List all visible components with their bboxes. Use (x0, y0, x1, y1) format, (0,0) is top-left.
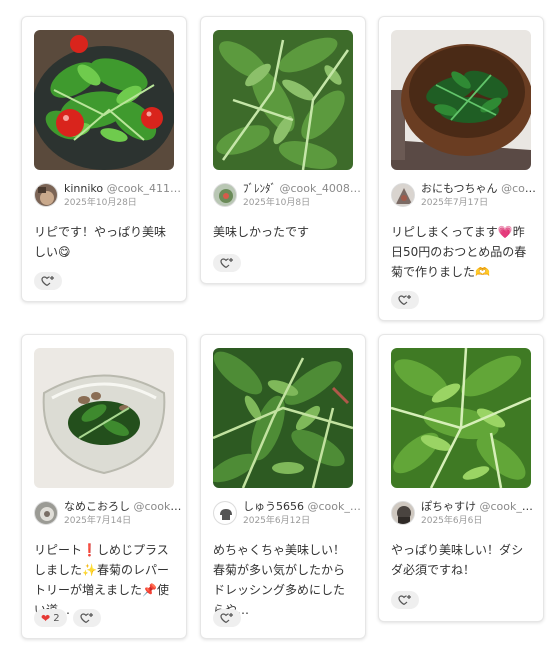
author-handle: @cook_… (133, 500, 183, 513)
post-date: 2025年10月8日 (243, 198, 311, 208)
dish-photo[interactable] (391, 30, 531, 170)
author-info: なめこおろし @cook_… 2025年7月14日 (34, 498, 182, 528)
author-handle: @cook_4… (479, 500, 540, 513)
heart-plus-icon (41, 276, 54, 286)
author-info: ぽちゃすけ @cook_4… 2025年6月6日 (391, 498, 539, 528)
heart-plus-icon (220, 613, 233, 623)
add-reaction-button[interactable] (391, 291, 419, 309)
bowl-greens-image (391, 30, 531, 170)
author-handle: @coo… (501, 182, 539, 195)
author-info: おにもつちゃん @coo… 2025年7月17日 (391, 180, 539, 210)
author-handle: @cook_… (307, 500, 361, 513)
author-name: ﾌﾞﾚﾝﾀﾞ (243, 182, 276, 195)
author-name: しゅう5656 (243, 500, 304, 513)
glass-bowl-image (34, 348, 174, 488)
add-reaction-button[interactable] (34, 272, 62, 290)
report-card[interactable]: ﾌﾞﾚﾝﾀﾞ @cook_4008… 2025年10月8日 美味しかったです (200, 16, 366, 284)
reactions (391, 291, 419, 309)
author-name-row[interactable]: ﾌﾞﾚﾝﾀﾞ @cook_4008… (243, 182, 361, 196)
author-name: おにもつちゃん (421, 182, 498, 195)
author-name: kinniko (64, 182, 104, 195)
avatar[interactable] (391, 183, 415, 207)
raw-leaves-image (213, 30, 353, 170)
post-date: 2025年7月14日 (64, 516, 132, 526)
report-card[interactable]: おにもつちゃん @coo… 2025年7月17日 リピしまくってます💗昨日50円… (378, 16, 544, 321)
report-card[interactable]: しゅう5656 @cook_… 2025年6月12日 めちゃくちゃ美味しい！ 春… (200, 334, 366, 639)
fresh-greens-image (391, 348, 531, 488)
report-card[interactable]: ぽちゃすけ @cook_4… 2025年6月6日 やっぱり美味しい！ダシダ必須で… (378, 334, 544, 622)
greens-closeup-image (213, 348, 353, 488)
author-name: なめこおろし (64, 500, 130, 513)
heart-icon: ❤ (41, 611, 51, 625)
author-name-row[interactable]: おにもつちゃん @coo… (421, 182, 539, 196)
avatar[interactable] (213, 501, 237, 525)
heart-plus-icon (398, 295, 411, 305)
report-card[interactable]: kinniko @cook_411… 2025年10月28日 リピです！やっぱり… (21, 16, 187, 302)
comment-text: 美味しかったです (213, 225, 310, 239)
comment-text: めちゃくちゃ美味しい！ 春菊が多い気がしたからドレッシング多めにしたらや… (213, 543, 346, 617)
author-handle: @cook_411… (106, 182, 182, 195)
comment-text: リピしまくってます💗昨日50円のおつとめ品の春菊で作りました🫶 (391, 225, 527, 279)
add-reaction-button[interactable] (391, 591, 419, 609)
reactions (213, 609, 241, 627)
dish-photo[interactable] (213, 348, 353, 488)
author-info: ﾌﾞﾚﾝﾀﾞ @cook_4008… 2025年10月8日 (213, 180, 361, 210)
reactions (213, 254, 241, 272)
comment-text: やっぱり美味しい！ダシダ必須ですね！ (391, 543, 524, 577)
add-reaction-button[interactable] (213, 254, 241, 272)
comment-text: リピです！やっぱり美味しい😋 (34, 225, 167, 259)
dish-photo[interactable] (213, 30, 353, 170)
heart-plus-icon (220, 258, 233, 268)
heart-plus-icon (79, 613, 93, 623)
author-name-row[interactable]: ぽちゃすけ @cook_4… (421, 500, 539, 514)
avatar[interactable] (391, 501, 415, 525)
author-info: kinniko @cook_411… 2025年10月28日 (34, 180, 182, 210)
add-reaction-button[interactable] (72, 609, 101, 627)
author-name-row[interactable]: なめこおろし @cook_… (64, 500, 182, 514)
dish-photo[interactable] (391, 348, 531, 488)
post-date: 2025年6月6日 (421, 516, 483, 526)
report-card[interactable]: なめこおろし @cook_… 2025年7月14日 リピート❗️しめじプラスしま… (21, 334, 187, 639)
reactions (34, 272, 62, 290)
heart-reaction-button[interactable]: ❤ 2 (34, 609, 67, 627)
dish-photo[interactable] (34, 348, 174, 488)
reactions (391, 591, 419, 609)
avatar[interactable] (213, 183, 237, 207)
comment-text: リピート❗️しめじプラスしました✨春菊のレパートリーが増えました📌使い道… (34, 543, 169, 617)
author-name: ぽちゃすけ (421, 500, 476, 513)
dish-photo[interactable] (34, 30, 174, 170)
post-date: 2025年6月12日 (243, 516, 311, 526)
author-info: しゅう5656 @cook_… 2025年6月12日 (213, 498, 361, 528)
heart-plus-icon (398, 595, 411, 605)
avatar[interactable] (34, 501, 58, 525)
author-name-row[interactable]: しゅう5656 @cook_… (243, 500, 361, 514)
author-handle: @cook_4008… (279, 182, 361, 195)
post-date: 2025年7月17日 (421, 198, 489, 208)
reactions: ❤ 2 (34, 609, 101, 627)
author-name-row[interactable]: kinniko @cook_411… (64, 182, 182, 196)
avatar[interactable] (34, 183, 58, 207)
salad-tomato-image (34, 30, 174, 170)
add-reaction-button[interactable] (213, 609, 241, 627)
recipe-reports-grid: kinniko @cook_411… 2025年10月28日 リピです！やっぱり… (0, 0, 560, 650)
heart-count: 2 (53, 612, 60, 624)
post-date: 2025年10月28日 (64, 198, 137, 208)
